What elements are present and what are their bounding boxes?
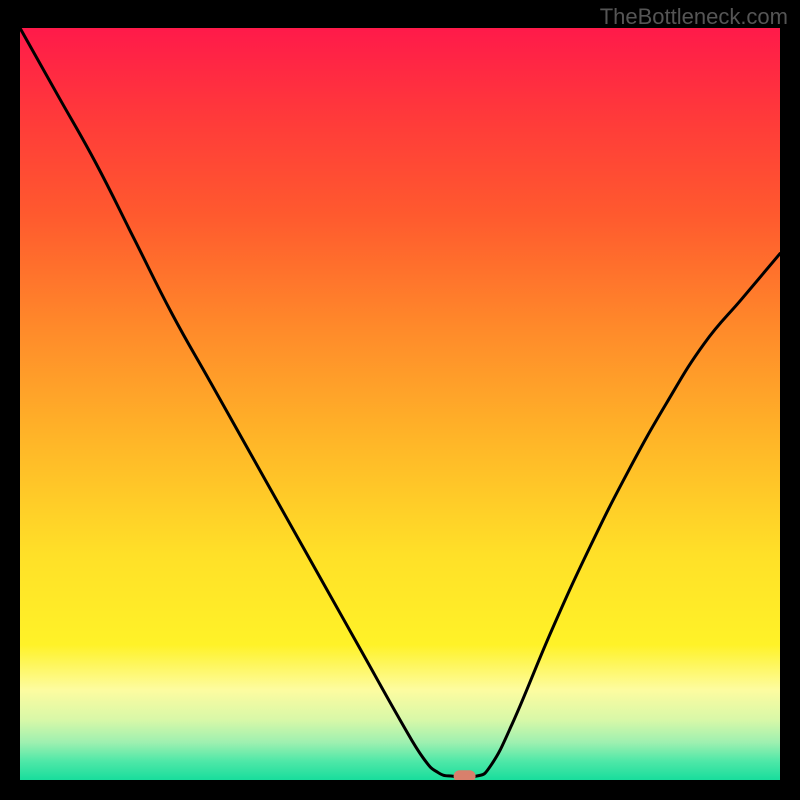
chart-svg bbox=[20, 28, 780, 780]
chart-container: TheBottleneck.com bbox=[0, 0, 800, 800]
watermark-text: TheBottleneck.com bbox=[600, 4, 788, 30]
chart-plot-area bbox=[20, 28, 780, 780]
optimal-marker bbox=[454, 770, 476, 780]
